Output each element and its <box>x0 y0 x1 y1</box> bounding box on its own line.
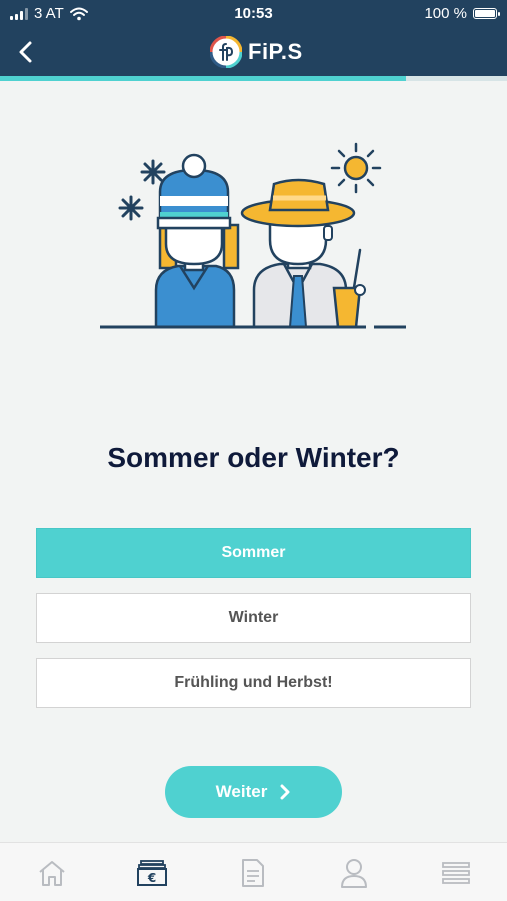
tab-documents[interactable] <box>235 855 271 891</box>
option-fruehling-herbst[interactable]: Frühling und Herbst! <box>36 658 471 708</box>
tab-profile[interactable] <box>336 855 372 891</box>
progress-track <box>0 76 507 81</box>
tab-home[interactable] <box>34 855 70 891</box>
fips-logo <box>210 36 242 68</box>
tab-bar: € <box>0 842 507 901</box>
drink-icon <box>332 248 366 329</box>
document-icon <box>242 859 264 887</box>
battery-label: 100 % <box>424 5 467 22</box>
sun-icon <box>330 142 382 194</box>
brand: FiP.S <box>210 36 303 68</box>
svg-text:€: € <box>147 871 156 885</box>
battery-icon <box>473 8 500 19</box>
option-label: Sommer <box>221 544 286 561</box>
woman-figure <box>154 153 240 329</box>
status-right: 100 % <box>424 5 500 22</box>
option-winter[interactable]: Winter <box>36 593 471 643</box>
back-button[interactable] <box>12 38 40 66</box>
snowflake-icon <box>140 159 166 185</box>
user-icon <box>341 859 367 888</box>
progress-bar <box>0 76 406 81</box>
app-name: FiP.S <box>248 39 303 64</box>
home-icon <box>39 861 65 886</box>
snowflake-icon <box>118 195 144 221</box>
nav-bar: FiP.S <box>0 28 507 76</box>
option-label: Winter <box>228 609 279 626</box>
question-title: Sommer oder Winter? <box>107 442 400 473</box>
summer-winter-illustration <box>100 142 406 329</box>
option-sommer[interactable]: Sommer <box>36 528 471 578</box>
menu-icon <box>442 862 470 884</box>
chevron-left-icon <box>19 41 32 63</box>
tab-menu[interactable] <box>438 855 474 891</box>
option-label: Frühling und Herbst! <box>174 674 333 691</box>
app-header: 3 AT 10:53 100 % FiP.S <box>0 0 507 80</box>
chevron-right-icon <box>280 784 290 800</box>
tab-finance[interactable]: € <box>134 855 170 891</box>
next-button[interactable]: Weiter <box>165 766 342 818</box>
euro-wallet-icon: € <box>137 860 167 886</box>
status-bar: 3 AT 10:53 100 % <box>0 0 507 28</box>
next-button-label: Weiter <box>215 782 268 801</box>
